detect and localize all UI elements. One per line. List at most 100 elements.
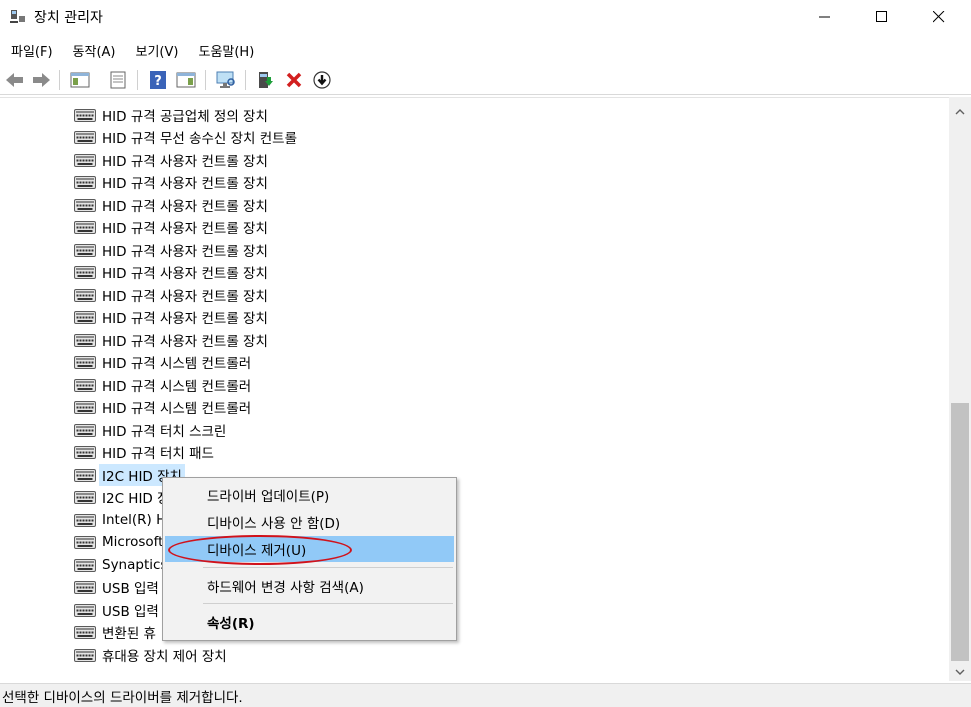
uninstall-device-icon	[286, 72, 302, 88]
tree-item[interactable]: HID 규격 공급업체 정의 장치	[74, 104, 268, 126]
scan-hardware-button[interactable]	[215, 69, 237, 91]
toolbar: ?	[0, 66, 971, 95]
tree-item-label: USB 입력	[102, 581, 159, 597]
toolbar-separator	[59, 70, 60, 90]
tree-item[interactable]: HID 규격 사용자 컨트롤 장치	[74, 261, 268, 283]
hid-device-icon	[74, 264, 96, 280]
tree-item-label: 변환된 휴	[102, 626, 156, 642]
tree-item[interactable]: HID 규격 사용자 컨트롤 장치	[74, 216, 268, 238]
hid-device-icon	[74, 354, 96, 370]
hid-device-icon	[74, 377, 96, 393]
hid-device-icon	[74, 512, 96, 528]
tree-item[interactable]: USB 입력	[74, 576, 159, 598]
menu-view[interactable]: 보기(V)	[129, 37, 186, 64]
hid-device-icon	[74, 534, 96, 550]
hid-device-icon	[74, 332, 96, 348]
status-text: 선택한 디바이스의 드라이버를 제거합니다.	[2, 689, 243, 706]
tree-item[interactable]: HID 규격 터치 스크린	[74, 419, 226, 441]
tree-item[interactable]: Synaptics	[74, 554, 167, 576]
tree-item-label: HID 규격 시스템 컨트롤러	[102, 401, 252, 417]
scroll-down-button[interactable]	[949, 663, 971, 681]
toolbar-separator	[205, 70, 206, 90]
context-update-driver[interactable]: 드라이버 업데이트(P)	[165, 482, 454, 508]
tree-item[interactable]: HID 규격 사용자 컨트롤 장치	[74, 171, 268, 193]
back-arrow-icon	[6, 73, 23, 87]
tree-item[interactable]: 휴대용 장치 제어 장치	[74, 644, 227, 666]
forward-arrow-icon	[33, 73, 50, 87]
tree-item-label: HID 규격 무선 송수신 장치 컨트롤	[102, 131, 298, 147]
hid-device-icon	[74, 444, 96, 460]
context-separator	[203, 567, 453, 568]
maximize-button[interactable]	[859, 0, 905, 34]
tree-item-label: HID 규격 시스템 컨트롤러	[102, 356, 252, 372]
tree-item[interactable]: I2C HID 장	[74, 486, 170, 508]
tree-item[interactable]: HID 규격 사용자 컨트롤 장치	[74, 284, 268, 306]
tree-item-label: HID 규격 사용자 컨트롤 장치	[102, 311, 268, 327]
action-pane-button[interactable]	[175, 69, 197, 91]
maximize-icon	[876, 11, 887, 22]
tree-item-label: HID 규격 사용자 컨트롤 장치	[102, 221, 268, 237]
tree-item[interactable]: HID 규격 무선 송수신 장치 컨트롤	[74, 126, 297, 148]
scroll-up-button[interactable]	[949, 103, 971, 121]
tree-item[interactable]: HID 규격 사용자 컨트롤 장치	[74, 306, 268, 328]
device-tree[interactable]: HID 규격 공급업체 정의 장치 HID 규격 무선 송수신 장치 컨트롤 H…	[0, 97, 949, 681]
hid-device-icon	[74, 309, 96, 325]
hid-device-icon	[74, 557, 96, 573]
context-uninstall-device[interactable]: 디바이스 제거(U)	[165, 536, 454, 562]
action-pane-icon	[176, 72, 196, 88]
tree-item[interactable]: Intel(R) H	[74, 509, 166, 531]
tree-item[interactable]: HID 규격 사용자 컨트롤 장치	[74, 329, 268, 351]
tree-item[interactable]: USB 입력	[74, 599, 159, 621]
context-properties[interactable]: 속성(R)	[165, 609, 454, 635]
hid-device-icon	[74, 489, 96, 505]
context-item-label: 속성(R)	[207, 616, 255, 632]
update-driver-button[interactable]	[255, 69, 277, 91]
hid-device-icon	[74, 399, 96, 415]
minimize-button[interactable]	[802, 0, 848, 34]
hid-device-icon	[74, 174, 96, 190]
help-icon: ?	[150, 71, 166, 89]
hid-device-icon	[74, 129, 96, 145]
tree-item-label: HID 규격 사용자 컨트롤 장치	[102, 289, 268, 305]
scroll-thumb[interactable]	[951, 403, 969, 661]
tree-item[interactable]: Microsoft	[74, 531, 163, 553]
vertical-scrollbar[interactable]	[949, 97, 971, 681]
scan-hardware-icon	[216, 71, 235, 88]
context-disable-device[interactable]: 디바이스 사용 안 함(D)	[165, 509, 454, 535]
back-button[interactable]	[4, 69, 26, 91]
tree-item-label: HID 규격 시스템 컨트롤러	[102, 379, 252, 395]
menu-help[interactable]: 도움말(H)	[191, 37, 261, 64]
show-hide-console-tree-button[interactable]	[69, 69, 91, 91]
tree-item-label: Microsoft	[102, 534, 164, 550]
menu-file[interactable]: 파일(F)	[4, 37, 60, 64]
menu-action[interactable]: 동작(A)	[66, 37, 123, 64]
tree-item[interactable]: HID 규격 시스템 컨트롤러	[74, 374, 251, 396]
tree-item-label: HID 규격 터치 패드	[102, 446, 214, 462]
disable-device-button[interactable]	[311, 69, 333, 91]
tree-item[interactable]: HID 규격 터치 패드	[74, 441, 214, 463]
tree-item[interactable]: HID 규격 사용자 컨트롤 장치	[74, 149, 268, 171]
hid-device-icon	[74, 287, 96, 303]
chevron-down-icon	[955, 669, 965, 675]
hid-device-icon	[74, 624, 96, 640]
hid-device-icon	[74, 467, 96, 483]
context-scan-hardware[interactable]: 하드웨어 변경 사항 검색(A)	[165, 573, 454, 599]
context-menu: 드라이버 업데이트(P) 디바이스 사용 안 함(D) 디바이스 제거(U) 하…	[162, 477, 457, 641]
forward-button[interactable]	[30, 69, 52, 91]
tree-item[interactable]: HID 규격 사용자 컨트롤 장치	[74, 194, 268, 216]
svg-text:?: ?	[154, 74, 162, 89]
uninstall-device-button[interactable]	[283, 69, 305, 91]
tree-item[interactable]: HID 규격 사용자 컨트롤 장치	[74, 239, 268, 261]
tree-item[interactable]: HID 규격 시스템 컨트롤러	[74, 351, 251, 373]
close-button[interactable]	[916, 0, 962, 34]
window-title: 장치 관리자	[34, 10, 103, 26]
context-separator	[203, 603, 453, 604]
tree-item-label: HID 규격 사용자 컨트롤 장치	[102, 199, 268, 215]
tree-item[interactable]: 변환된 휴	[74, 621, 156, 643]
toolbar-separator	[245, 70, 246, 90]
tree-item[interactable]: HID 규격 시스템 컨트롤러	[74, 396, 251, 418]
hid-device-icon	[74, 647, 96, 663]
show-hide-console-tree-icon	[70, 72, 90, 88]
help-button[interactable]: ?	[147, 69, 169, 91]
properties-button[interactable]	[107, 69, 129, 91]
